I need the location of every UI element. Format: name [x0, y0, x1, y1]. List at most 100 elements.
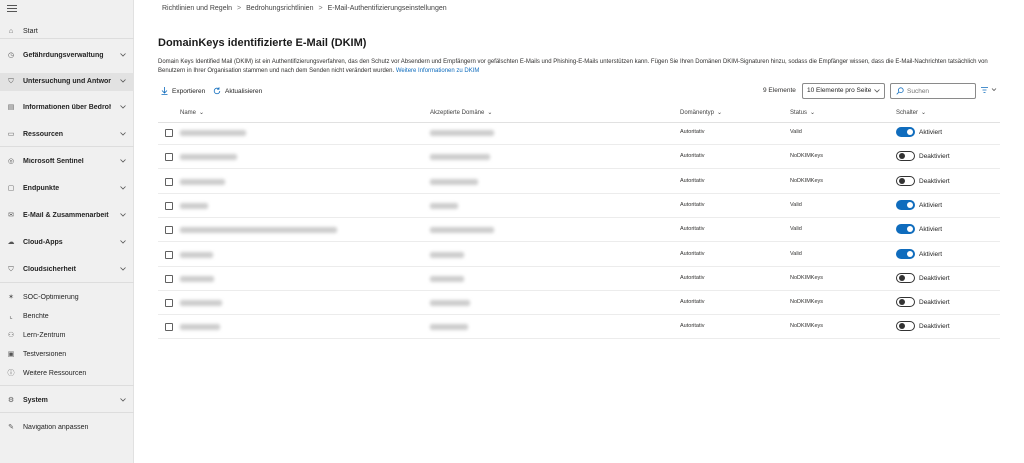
home-icon: ⌂: [8, 28, 14, 35]
sort-chevron-icon: ⌄: [810, 110, 816, 116]
mail-icon: ✉: [8, 212, 14, 219]
row-checkbox[interactable]: [165, 177, 173, 186]
row-checkbox[interactable]: [165, 153, 173, 162]
dkim-toggle[interactable]: [896, 175, 915, 186]
sidebar-item-6[interactable]: ▢ Endpunkte: [0, 180, 134, 198]
per-page-dropdown[interactable]: 10 Elemente pro Seite: [802, 83, 885, 99]
table-row[interactable]: Autoritativ Valid Aktiviert: [158, 194, 1000, 218]
toggle-knob: [899, 153, 905, 160]
item-count: 9 Elemente: [763, 87, 796, 94]
sidebar-item-label: E-Mail & Zusammenarbeit: [23, 212, 109, 219]
toggle-knob: [899, 323, 905, 330]
dkim-toggle[interactable]: [896, 248, 915, 259]
export-button[interactable]: Exportieren: [161, 86, 205, 96]
sidebar-item-1[interactable]: ◷ Gefährdungsverwaltung: [0, 47, 134, 65]
row-checkbox[interactable]: [165, 323, 173, 332]
search-input[interactable]: [907, 86, 973, 96]
refresh-button[interactable]: Aktualisieren: [213, 86, 262, 96]
row-checkbox[interactable]: [165, 250, 173, 259]
dkim-toggle[interactable]: [896, 297, 915, 308]
column-header-domain[interactable]: Akzeptierte Domäne ⌄: [430, 109, 492, 116]
toggle-knob: [907, 226, 913, 233]
sidebar-item-3[interactable]: ▤ Informationen über Bedrohu: [0, 99, 134, 117]
domain-type-cell: Autoritativ: [680, 153, 705, 160]
domain-type-cell: Autoritativ: [680, 274, 705, 281]
sidebar-divider: [0, 146, 134, 147]
toggle-label: Aktiviert: [919, 129, 943, 136]
chevron-down-icon: [874, 89, 880, 93]
sidebar-item-16[interactable]: ✎ Navigation anpassen: [0, 419, 134, 437]
table-row[interactable]: Autoritativ NoDKIMKeys Deaktiviert: [158, 170, 1000, 194]
chevron-down-icon: [120, 267, 126, 271]
sidebar-item-label: Lern-Zentrum: [23, 332, 66, 339]
row-checkbox[interactable]: [165, 274, 173, 283]
hamburger-menu-icon[interactable]: [7, 5, 17, 13]
sidebar-item-9[interactable]: ⛉ Cloudsicherheit: [0, 261, 134, 279]
table-row[interactable]: Autoritativ NoDKIMKeys Deaktiviert: [158, 315, 1000, 340]
sidebar-item-15[interactable]: ⚙ System: [0, 392, 134, 410]
sidebar-item-label: Informationen über Bedrohu: [23, 104, 111, 111]
sidebar-item-0[interactable]: ⌂ Start: [0, 23, 134, 41]
column-header-name[interactable]: Name ⌄: [180, 109, 204, 116]
sidebar-item-8[interactable]: ☁ Cloud-Apps: [0, 234, 134, 252]
row-checkbox[interactable]: [165, 129, 173, 137]
redacted-name: [180, 130, 246, 136]
sidebar-item-14[interactable]: ⓘ Weitere Ressourcen: [0, 365, 134, 383]
status-cell: NoDKIMKeys: [790, 153, 824, 160]
chevron-down-icon: [120, 186, 126, 190]
sidebar-item-11[interactable]: ⌞ Berichte: [0, 308, 134, 326]
toggle-label: Aktiviert: [919, 201, 943, 209]
table-row[interactable]: Autoritativ Valid Aktiviert: [158, 121, 1000, 145]
dkim-toggle[interactable]: [896, 321, 915, 332]
redacted-name: [180, 300, 222, 307]
page-title: DomainKeys identifizierte E-Mail (DKIM): [158, 37, 367, 49]
toggle-label: Deaktiviert: [919, 177, 950, 185]
toggle-label: Deaktiviert: [919, 323, 950, 331]
dkim-toggle[interactable]: [896, 127, 915, 137]
toggle-label: Aktiviert: [919, 226, 943, 234]
breadcrumb-item-policies[interactable]: Richtlinien und Regeln: [162, 5, 232, 12]
breadcrumb-item-threat-policies[interactable]: Bedrohungsrichtlinien: [246, 5, 313, 12]
assets-icon: ▭: [7, 131, 15, 138]
column-header-type[interactable]: Domänentyp ⌄: [680, 109, 722, 116]
sidebar-item-2[interactable]: ⛉ Untersuchung und Antwort: [0, 73, 134, 91]
row-checkbox[interactable]: [165, 201, 173, 210]
column-filter-icon[interactable]: [981, 86, 999, 94]
table-row[interactable]: Autoritativ NoDKIMKeys Deaktiviert: [158, 291, 1000, 316]
toggle-label: Deaktiviert: [919, 274, 950, 282]
row-checkbox[interactable]: [165, 226, 173, 235]
sidebar-item-4[interactable]: ▭ Ressourcen: [0, 126, 134, 144]
dkim-toggle[interactable]: [896, 224, 915, 235]
chart-icon: ⌞: [9, 313, 13, 320]
redacted-name: [180, 154, 237, 161]
dkim-toggle[interactable]: [896, 199, 915, 210]
dkim-toggle[interactable]: [896, 272, 915, 283]
status-cell: NoDKIMKeys: [790, 299, 824, 306]
row-checkbox[interactable]: [165, 299, 173, 308]
redacted-domain: [430, 324, 468, 331]
sidebar-item-12[interactable]: ⚇ Lern-Zentrum: [0, 327, 134, 345]
table-row[interactable]: Autoritativ NoDKIMKeys Deaktiviert: [158, 145, 1000, 170]
sidebar-item-5[interactable]: ◎ Microsoft Sentinel: [0, 153, 134, 171]
breadcrumb-separator-icon: >: [318, 5, 323, 12]
table-row[interactable]: Autoritativ NoDKIMKeys Deaktiviert: [158, 267, 1000, 291]
sort-chevron-icon: ⌄: [921, 110, 927, 116]
table-row[interactable]: Autoritativ Valid Aktiviert: [158, 243, 1000, 267]
sort-chevron-icon: ⌄: [717, 110, 723, 116]
sidebar-divider: [0, 282, 134, 283]
table-row[interactable]: Autoritativ Valid Aktiviert: [158, 218, 1000, 243]
gear-icon: ⚙: [7, 397, 15, 404]
chevron-down-icon: [120, 105, 126, 109]
sidebar-item-10[interactable]: ✶ SOC-Optimierung: [0, 289, 134, 307]
optimize-icon: ✶: [8, 294, 14, 301]
column-header-status[interactable]: Status ⌄: [790, 109, 815, 116]
sidebar-item-label: Start: [23, 28, 38, 35]
column-header-toggle[interactable]: Schalter ⌄: [896, 109, 926, 116]
sidebar-item-7[interactable]: ✉ E-Mail & Zusammenarbeit: [0, 207, 134, 225]
sidebar-item-13[interactable]: ▣ Testversionen: [0, 346, 134, 364]
search-box[interactable]: [890, 83, 976, 99]
chevron-down-icon: [120, 132, 126, 136]
domain-type-cell: Autoritativ: [680, 250, 705, 257]
dkim-toggle[interactable]: [896, 151, 915, 162]
learn-more-link[interactable]: Weitere Informationen zu DKIM: [396, 68, 480, 74]
